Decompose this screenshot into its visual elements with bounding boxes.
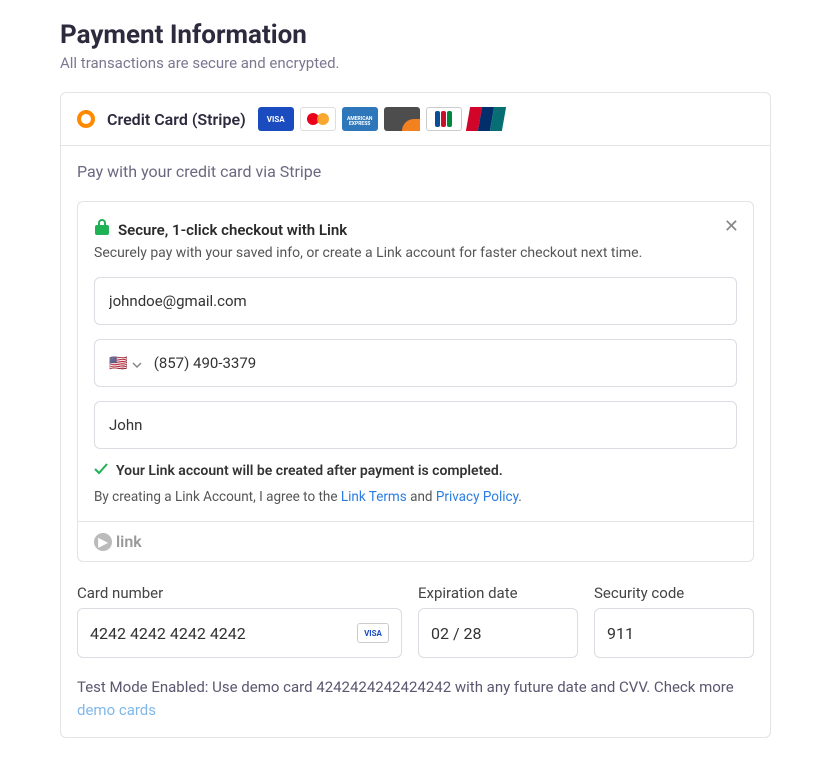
close-icon[interactable]: ✕ <box>724 216 739 237</box>
check-icon <box>94 463 108 479</box>
card-logo-row: VISA AMERICANEXPRESS <box>258 107 504 131</box>
visa-chip-icon: VISA <box>357 623 389 643</box>
card-details-row: Card number VISA Expiration date Securit… <box>77 584 754 658</box>
name-field[interactable] <box>109 416 722 434</box>
page-subtitle: All transactions are secure and encrypte… <box>60 54 771 72</box>
name-field-wrap[interactable] <box>94 401 737 449</box>
country-flag-dropdown[interactable]: 🇺🇸 <box>109 354 142 372</box>
chevron-down-icon <box>132 354 142 372</box>
card-cvc-input[interactable] <box>607 624 771 643</box>
lock-icon <box>94 218 110 241</box>
payment-method-header[interactable]: Credit Card (Stripe) VISA AMERICANEXPRES… <box>61 93 770 146</box>
card-exp-input-wrap[interactable] <box>418 608 578 658</box>
page-title: Payment Information <box>60 20 771 50</box>
email-field-wrap[interactable] <box>94 277 737 325</box>
amex-logo-icon: AMERICANEXPRESS <box>342 107 378 131</box>
card-exp-label: Expiration date <box>418 584 578 602</box>
jcb-logo-icon <box>426 107 462 131</box>
pay-hint: Pay with your credit card via Stripe <box>77 162 754 181</box>
link-subtitle: Securely pay with your saved info, or cr… <box>94 245 737 261</box>
card-cvc-label: Security code <box>594 584 754 602</box>
test-mode-notice: Test Mode Enabled: Use demo card 4242424… <box>77 676 754 721</box>
email-field[interactable] <box>109 292 722 310</box>
link-terms-link[interactable]: Link Terms <box>341 489 407 505</box>
link-title: Secure, 1-click checkout with Link <box>118 221 347 239</box>
link-confirmation-text: Your Link account will be created after … <box>116 463 503 479</box>
demo-cards-link[interactable]: demo cards <box>77 701 156 719</box>
card-cvc-input-wrap[interactable] <box>594 608 754 658</box>
payment-body: Pay with your credit card via Stripe ✕ S… <box>61 146 770 737</box>
us-flag-icon: 🇺🇸 <box>109 354 128 372</box>
card-number-col: Card number VISA <box>77 584 402 658</box>
link-brand-icon: ▶ <box>94 533 112 551</box>
privacy-policy-link[interactable]: Privacy Policy <box>436 489 518 505</box>
card-exp-col: Expiration date <box>418 584 578 658</box>
link-checkout-box: ✕ Secure, 1-click checkout with Link Sec… <box>77 201 754 562</box>
card-number-input[interactable] <box>90 624 357 643</box>
mastercard-logo-icon <box>300 107 336 131</box>
card-cvc-col: Security code <box>594 584 754 658</box>
discover-logo-icon <box>384 107 420 131</box>
phone-field[interactable] <box>154 354 722 372</box>
link-brand-footer: ▶ link <box>78 521 753 561</box>
visa-logo-icon: VISA <box>258 107 294 131</box>
radio-selected-icon[interactable] <box>77 110 95 128</box>
payment-method-box: Credit Card (Stripe) VISA AMERICANEXPRES… <box>60 92 771 738</box>
link-confirmation-row: Your Link account will be created after … <box>94 463 737 479</box>
link-brand-label: link <box>116 532 142 551</box>
payment-method-label: Credit Card (Stripe) <box>107 110 246 129</box>
link-agree-text: By creating a Link Account, I agree to t… <box>94 489 737 505</box>
card-number-input-wrap[interactable]: VISA <box>77 608 402 658</box>
unionpay-logo-icon <box>468 107 504 131</box>
card-number-label: Card number <box>77 584 402 602</box>
phone-field-wrap[interactable]: 🇺🇸 <box>94 339 737 387</box>
